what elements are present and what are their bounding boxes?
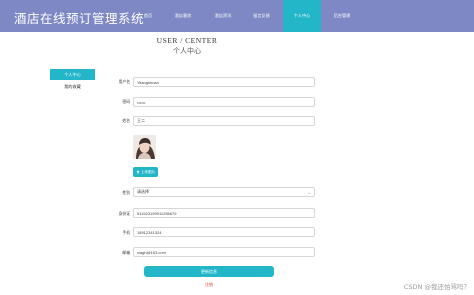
csdn-watermark: CSDN @我还怕骂吗？	[403, 283, 470, 291]
password-label: 密码	[122, 99, 130, 104]
id-card-label: 身份证	[118, 211, 130, 216]
nav-user-center[interactable]: 个人中心	[283, 0, 321, 32]
name-label: 姓名	[122, 118, 130, 123]
logout-link[interactable]: 注销	[196, 282, 222, 288]
nav-hotel-news[interactable]: 酒店资讯	[207, 0, 239, 32]
email-label: 邮箱	[122, 250, 130, 255]
nav-hotel-rooms[interactable]: 酒店客房	[168, 0, 198, 32]
upload-image-button[interactable]: 上传图片	[133, 167, 158, 177]
phone-field[interactable]: 18912341324	[133, 227, 315, 237]
nav-home[interactable]: 首页	[134, 0, 162, 32]
header-bar: 酒店在线预订管理系统 首页 酒店客房 酒店资讯 留言反馈 个人中心 后台管理	[0, 0, 474, 32]
email-field[interactable]: xiagh@163.com	[133, 247, 315, 257]
page-title-cn: 个人中心	[173, 47, 201, 55]
site-title: 酒店在线预订管理系统	[14, 11, 145, 26]
upload-icon	[136, 170, 140, 174]
password-field[interactable]: ••••••	[133, 97, 315, 107]
update-info-button[interactable]: 更新信息	[144, 266, 274, 277]
phone-label: 手机	[122, 230, 130, 235]
username-label: 用户名	[118, 79, 130, 84]
gender-select-value: 请选择	[137, 189, 149, 194]
sidebar-item-user-center[interactable]: 个人中心	[50, 69, 95, 80]
avatar	[133, 135, 156, 159]
gender-select[interactable]: 请选择 ⌄	[133, 187, 315, 197]
sidebar-item-favorites[interactable]: 我的收藏	[50, 82, 95, 91]
id-card-field[interactable]: 511523199911256679	[133, 208, 315, 218]
username-field[interactable]: Yilangshuan	[133, 77, 315, 87]
gender-label: 性别	[122, 190, 130, 195]
avatar-photo-icon	[133, 135, 156, 159]
chevron-down-icon: ⌄	[307, 190, 311, 195]
page-title-en: USER / CENTER	[156, 36, 218, 45]
upload-button-label: 上传图片	[140, 169, 156, 174]
nav-feedback[interactable]: 留言反馈	[245, 0, 278, 32]
nav-admin[interactable]: 后台管理	[325, 0, 359, 32]
name-field[interactable]: 王二	[133, 116, 315, 126]
